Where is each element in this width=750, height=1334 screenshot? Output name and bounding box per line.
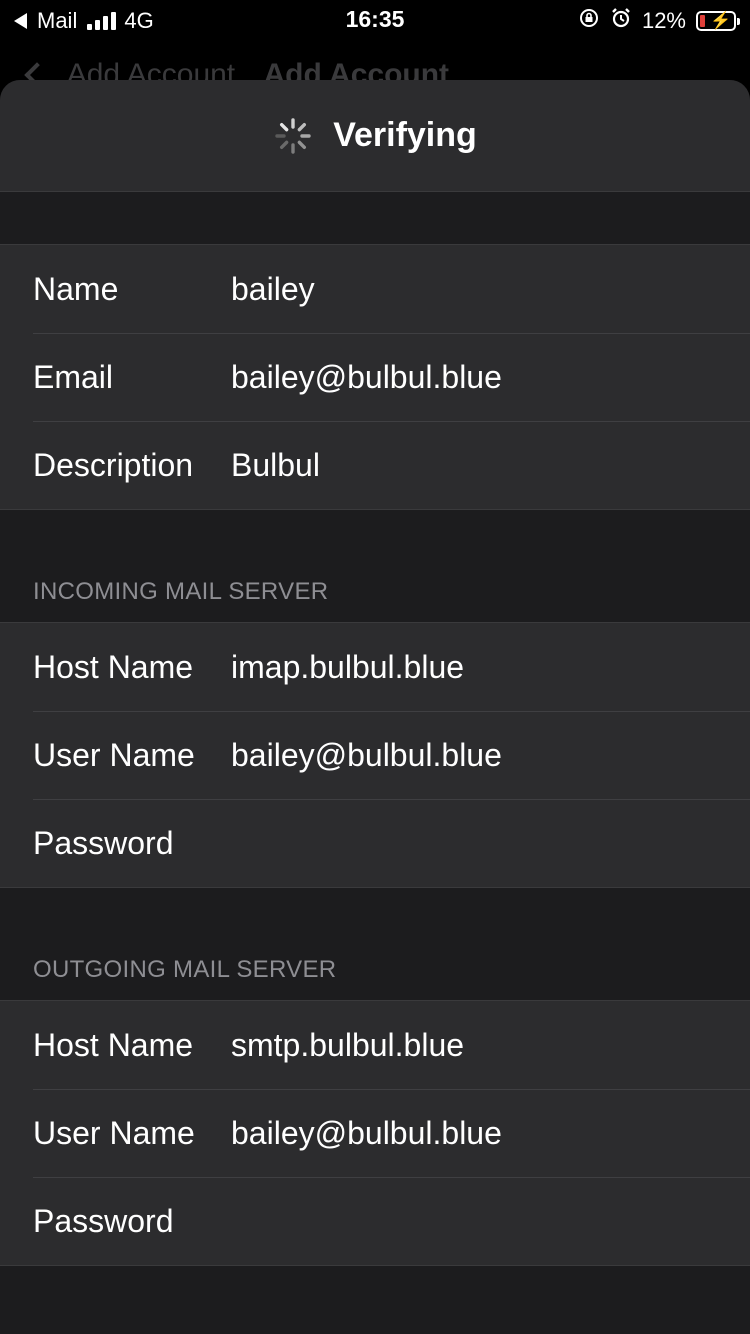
status-bar: Mail 4G 16:35 12% ⚡: [0, 0, 750, 40]
alarm-icon: [610, 7, 632, 35]
incoming-username-field[interactable]: bailey@bulbul.blue: [231, 737, 502, 774]
rotation-lock-icon: [578, 7, 600, 35]
description-field[interactable]: Bulbul: [231, 447, 320, 484]
outgoing-server-section: Host Name smtp.bulbul.blue User Name bai…: [0, 1000, 750, 1266]
incoming-password-row[interactable]: Password: [0, 799, 750, 887]
incoming-password-label: Password: [33, 824, 174, 861]
outgoing-password-label: Password: [33, 1202, 174, 1239]
incoming-host-row[interactable]: Host Name imap.bulbul.blue: [0, 623, 750, 711]
incoming-host-label: Host Name: [33, 648, 194, 685]
verify-sheet: Verifying Name bailey Email bailey@bulbu…: [0, 80, 750, 1334]
incoming-username-row[interactable]: User Name bailey@bulbul.blue: [0, 711, 750, 799]
outgoing-password-row[interactable]: Password: [0, 1177, 750, 1265]
outgoing-username-label: User Name: [33, 1114, 195, 1151]
outgoing-username-row[interactable]: User Name bailey@bulbul.blue: [0, 1089, 750, 1177]
name-field[interactable]: bailey: [231, 271, 315, 308]
outgoing-host-row[interactable]: Host Name smtp.bulbul.blue: [0, 1001, 750, 1089]
email-label: Email: [33, 358, 114, 395]
outgoing-host-field[interactable]: smtp.bulbul.blue: [231, 1027, 464, 1064]
description-label: Description: [33, 446, 194, 483]
activity-spinner-icon: [275, 117, 311, 154]
account-section: Name bailey Email bailey@bulbul.blue Des…: [0, 244, 750, 510]
outgoing-section-header: OUTGOING MAIL SERVER: [33, 956, 337, 983]
sheet-header: Verifying: [0, 80, 750, 192]
battery-percent: 12%: [641, 8, 686, 33]
outgoing-host-label: Host Name: [33, 1026, 194, 1063]
name-label: Name: [33, 270, 119, 307]
outgoing-username-field[interactable]: bailey@bulbul.blue: [231, 1115, 502, 1152]
sheet-title: Verifying: [333, 116, 477, 154]
incoming-host-field[interactable]: imap.bulbul.blue: [231, 649, 464, 686]
email-field[interactable]: bailey@bulbul.blue: [231, 359, 502, 396]
name-row[interactable]: Name bailey: [0, 245, 750, 333]
incoming-username-label: User Name: [33, 736, 195, 773]
email-row[interactable]: Email bailey@bulbul.blue: [0, 333, 750, 421]
battery-charging-icon: ⚡: [696, 11, 740, 31]
incoming-server-section: Host Name imap.bulbul.blue User Name bai…: [0, 622, 750, 888]
incoming-section-header: INCOMING MAIL SERVER: [33, 578, 329, 605]
description-row[interactable]: Description Bulbul: [0, 421, 750, 509]
